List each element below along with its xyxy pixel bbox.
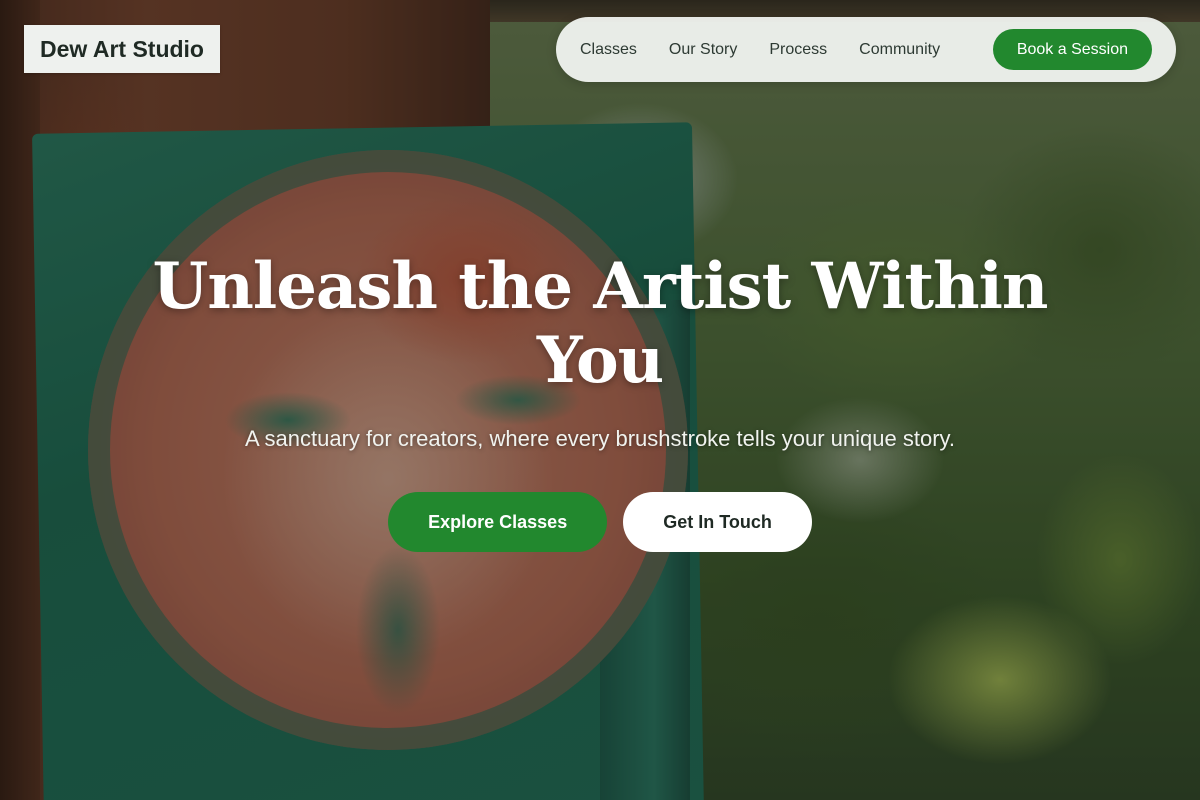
- hero-actions: Explore Classes Get In Touch: [0, 492, 1200, 552]
- explore-classes-button[interactable]: Explore Classes: [388, 492, 608, 552]
- hero-title: Unleash the Artist Within You: [152, 249, 1049, 398]
- book-session-button[interactable]: Book a Session: [992, 29, 1152, 70]
- brand-logo[interactable]: Dew Art Studio: [24, 25, 220, 73]
- hero-subtitle: A sanctuary for creators, where every br…: [244, 426, 955, 451]
- get-in-touch-button[interactable]: Get In Touch: [623, 492, 812, 552]
- nav-link-our-story[interactable]: Our Story: [669, 41, 737, 59]
- nav-links: Classes Our Story Process Community: [580, 41, 940, 59]
- nav-link-process[interactable]: Process: [769, 41, 827, 59]
- nav-link-community[interactable]: Community: [859, 41, 940, 59]
- nav-link-classes[interactable]: Classes: [580, 41, 637, 59]
- hero-section: Unleash the Artist Within You A sanctuar…: [0, 250, 1200, 552]
- main-nav: Classes Our Story Process Community Book…: [556, 17, 1176, 82]
